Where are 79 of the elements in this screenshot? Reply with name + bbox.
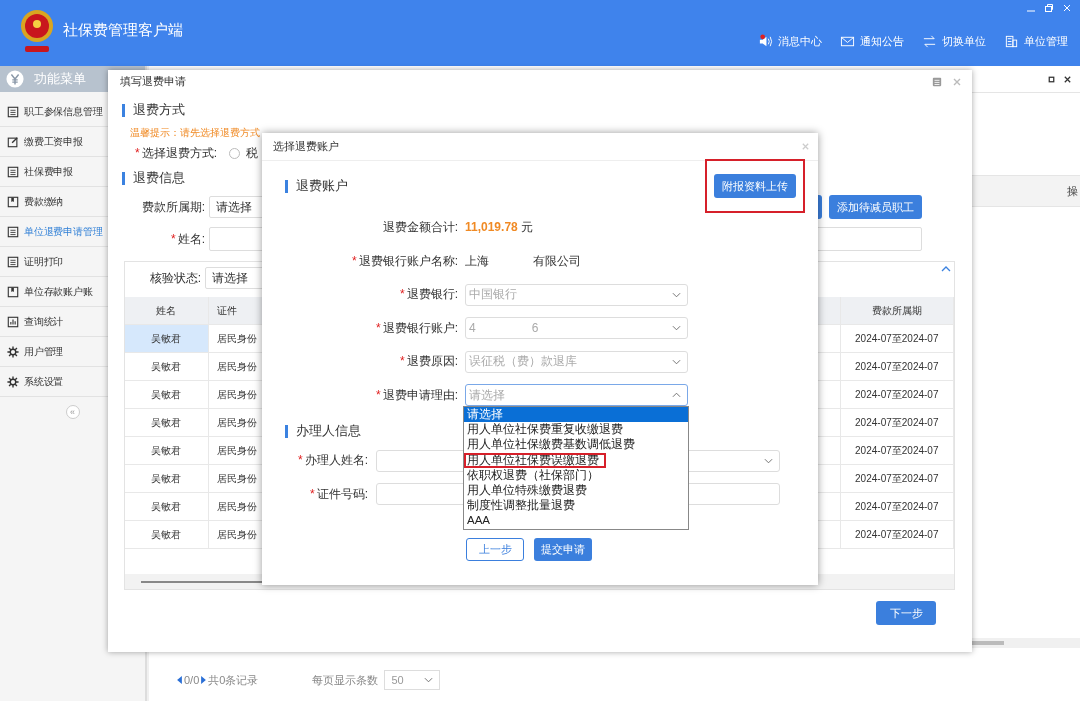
upload-button[interactable]: 附报资料上传 [714, 174, 796, 198]
page-indicator: 0/0 [184, 674, 200, 686]
amount-value: 11,019.78 元 [465, 219, 534, 237]
chevron-down-icon [672, 325, 681, 332]
table-cell[interactable]: 吴敏君 [125, 325, 209, 352]
chart-icon [7, 315, 19, 328]
back-button[interactable]: 上一步 [466, 538, 524, 561]
dropdown-option[interactable]: 请选择 [464, 407, 688, 423]
settings-icon [7, 375, 19, 388]
dialog-title: 填写退费申请 [120, 74, 186, 89]
required-mark: * [352, 253, 357, 268]
table-cell[interactable]: 吴敏君 [125, 465, 209, 492]
table-cell: 2024-07至2024-07 [840, 437, 954, 464]
nav-link[interactable]: 单位管理 [1004, 33, 1068, 49]
record-count: 共0条记录 [208, 672, 259, 688]
nav-link[interactable]: 切换单位 [922, 33, 986, 49]
table-cell: 2024-07至2024-07 [840, 381, 954, 408]
chevron-down-icon [672, 358, 681, 365]
yen-icon [6, 70, 24, 88]
next-page-icon[interactable] [201, 676, 207, 684]
table-cell: 2024-07至2024-07 [840, 521, 954, 548]
book-icon [7, 285, 19, 298]
table-cell: 2024-07至2024-07 [840, 465, 954, 492]
required-mark: * [400, 354, 405, 369]
field-label: 退费申请理由: [382, 387, 458, 402]
table-cell: 2024-07至2024-07 [840, 325, 954, 352]
settings-icon [7, 345, 19, 358]
field-value: 有限公司 [533, 252, 581, 270]
field-label: 退费银行账户名称: [358, 253, 458, 268]
dialog-title: 选择退费账户 [273, 139, 339, 154]
chevron-down-icon [672, 291, 681, 298]
column-header: 费款所属期 [840, 297, 954, 324]
page-size-label: 每页显示条数 [312, 672, 379, 688]
table-cell[interactable]: 吴敏君 [125, 381, 209, 408]
edit-icon [7, 135, 19, 148]
add-button[interactable]: 添加待减员职工 [829, 195, 922, 219]
field-label: 核验状态: [148, 269, 201, 287]
table-cell[interactable]: 吴敏君 [125, 409, 209, 436]
previous-page-icon[interactable] [177, 676, 182, 684]
table-cell[interactable]: 吴敏君 [125, 437, 209, 464]
book-icon [7, 195, 19, 208]
table-cell: 2024-07至2024-07 [840, 353, 954, 380]
nav-link[interactable]: 通知公告 [840, 33, 904, 49]
submit-button[interactable]: 提交申请 [534, 538, 592, 561]
app-title: 社保费管理客户端 [63, 20, 183, 40]
required-mark: * [135, 145, 140, 160]
collapse-icon[interactable] [941, 266, 951, 272]
menu-title: 功能菜单 [34, 70, 86, 88]
section-title: 退费账户 [296, 177, 348, 195]
chevron-up-icon [672, 392, 681, 399]
radio-label: 税 [246, 144, 258, 162]
dropdown-option[interactable]: 依职权退费（社保部门） [464, 467, 688, 483]
chevron-down-icon [764, 457, 773, 464]
chevron-down-icon [424, 677, 434, 683]
list-icon [7, 105, 19, 118]
table-cell: 2024-07至2024-07 [840, 493, 954, 520]
field-value: 上海 [465, 252, 489, 270]
column-header: 操 [1067, 183, 1078, 199]
list-icon [7, 165, 19, 178]
close-icon[interactable] [1063, 74, 1072, 84]
nav-link[interactable]: 消息中心 [758, 33, 822, 49]
field-label: 姓名: [177, 231, 205, 246]
next-button[interactable]: 下一步 [876, 601, 936, 625]
table-cell: 2024-07至2024-07 [840, 409, 954, 436]
calculator-icon[interactable] [932, 76, 942, 87]
table-cell[interactable]: 吴敏君 [125, 521, 209, 548]
table-cell[interactable]: 吴敏君 [125, 493, 209, 520]
list-icon [7, 225, 19, 238]
dropdown-option[interactable]: 用人单位社保费重复收缴退费 [464, 422, 688, 438]
required-mark: * [376, 387, 381, 402]
field-label: 退费金额合计: [381, 219, 458, 237]
table-cell[interactable]: 吴敏君 [125, 353, 209, 380]
dropdown-option[interactable]: 制度性调整批量退费 [464, 498, 688, 514]
list-icon [7, 255, 19, 268]
dropdown-option[interactable]: 用人单位社保缴费基数调低退费 [464, 437, 688, 453]
field-label: 退费原因: [406, 354, 458, 369]
required-mark: * [171, 231, 176, 246]
restore-icon[interactable] [1047, 74, 1056, 84]
column-header: 姓名 [125, 297, 209, 324]
